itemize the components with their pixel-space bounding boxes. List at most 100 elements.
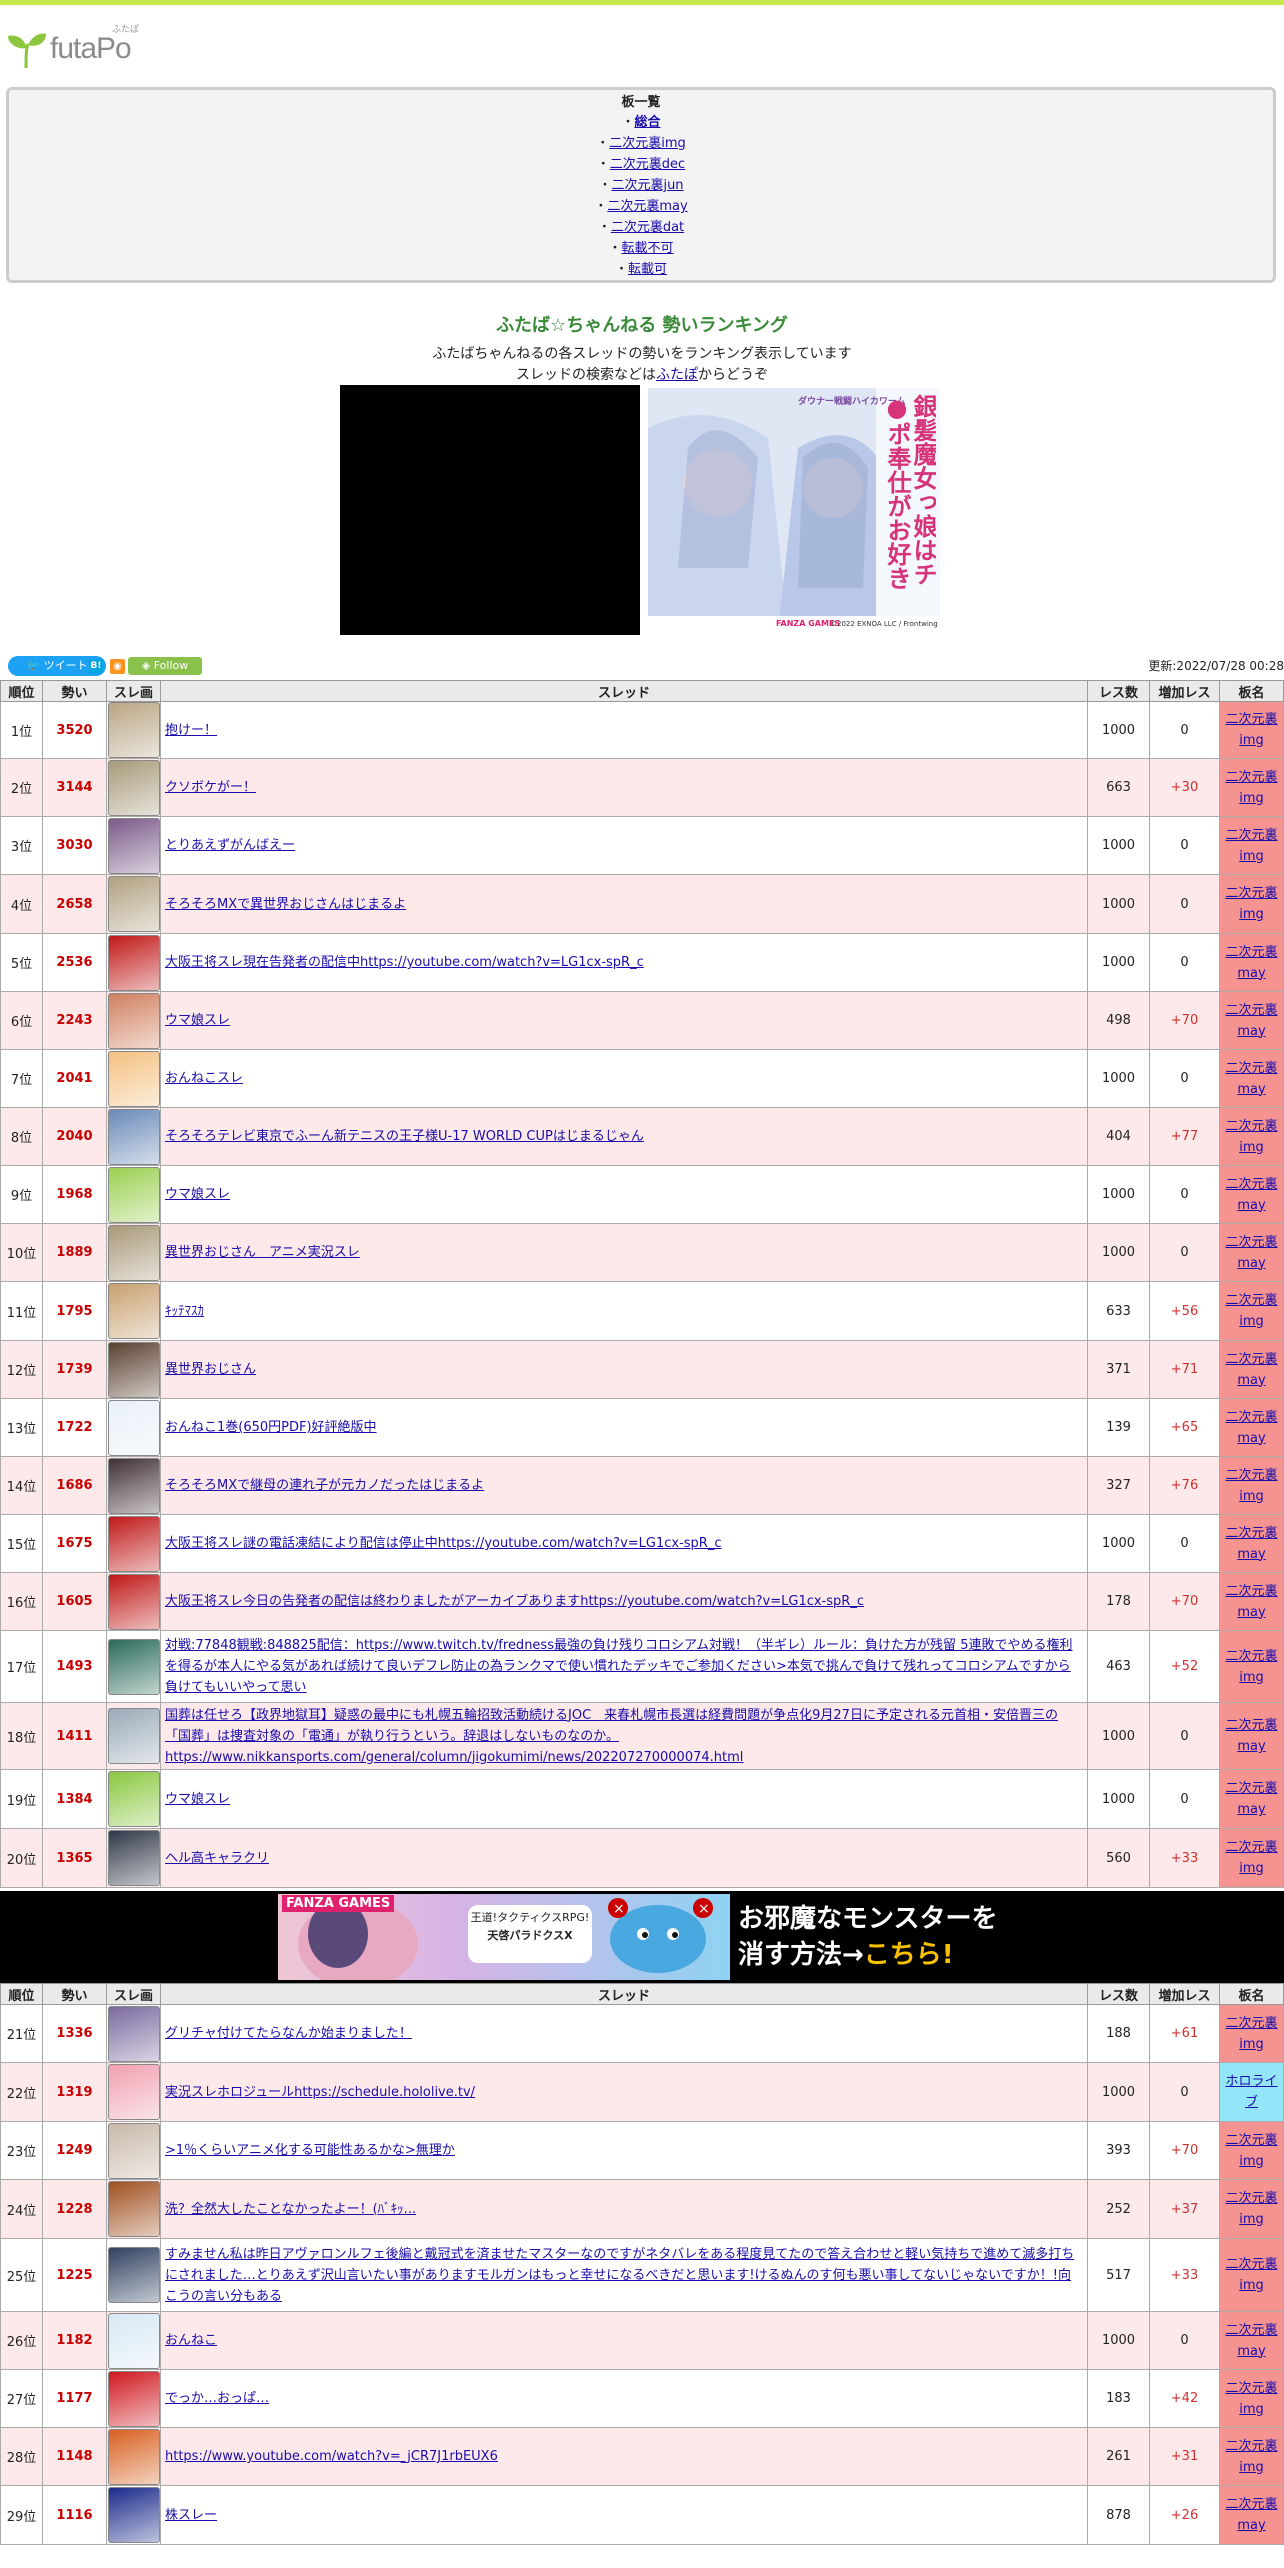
board-list-panel[interactable]: 板一覧 ・総合 ・二次元裏img ・二次元裏dec ・二次元裏jun ・二次元裏may ・… bbox=[6, 87, 1276, 283]
board-name-link[interactable]: 二次元裏may bbox=[1225, 2323, 1277, 2359]
thread-link[interactable]: おんねこスレ bbox=[165, 1071, 243, 1086]
thread-thumbnail[interactable] bbox=[107, 2122, 160, 2179]
board-name-link[interactable]: 二次元裏may bbox=[1225, 1352, 1277, 1388]
thread-thumbnail[interactable] bbox=[107, 876, 160, 932]
thread-link[interactable]: https://www.youtube.com/watch?v=_jCR7J1r… bbox=[165, 2449, 498, 2464]
thumbnail-cell[interactable] bbox=[106, 2311, 161, 2370]
thread-thumbnail[interactable] bbox=[107, 934, 160, 991]
thumbnail-cell[interactable] bbox=[106, 1281, 161, 1341]
board-name-link[interactable]: 二次元裏img bbox=[1225, 1293, 1277, 1329]
thumbnail-cell[interactable] bbox=[106, 1165, 161, 1224]
thread-thumbnail[interactable] bbox=[107, 1108, 160, 1165]
board-name-link[interactable]: 二次元裏img bbox=[1225, 2191, 1277, 2227]
board-name-link[interactable]: 二次元裏may bbox=[1225, 2497, 1277, 2533]
thread-link[interactable]: ウマ娘スレ bbox=[165, 1187, 230, 1202]
board-name-link[interactable]: 二次元裏may bbox=[1225, 1235, 1277, 1271]
thumbnail-cell[interactable] bbox=[106, 1769, 161, 1829]
thread-link[interactable]: そろそろMXで継母の連れ子が元カノだったはじまるよ bbox=[165, 1478, 484, 1493]
futapo-link[interactable]: ふたぽ bbox=[656, 367, 698, 383]
thumbnail-cell[interactable] bbox=[106, 816, 161, 875]
thumbnail-cell[interactable] bbox=[106, 1049, 161, 1108]
thread-link[interactable]: 異世界おじさん bbox=[165, 1362, 256, 1377]
thumbnail-cell[interactable] bbox=[106, 874, 161, 934]
thread-link[interactable]: 国葬は任せろ【政界地獄耳】疑惑の最中にも札幌五輪招致活動続けるJOC 来春札幌市… bbox=[165, 1708, 1058, 1765]
thumbnail-cell[interactable] bbox=[106, 1572, 161, 1631]
thread-link[interactable]: グリチャ付けてたらなんか始まりました！ bbox=[165, 2026, 412, 2041]
thread-thumbnail[interactable] bbox=[107, 1708, 160, 1764]
thumbnail-cell[interactable] bbox=[106, 701, 161, 759]
board-name-link[interactable]: 二次元裏may bbox=[1225, 1177, 1277, 1213]
thumbnail-cell[interactable] bbox=[106, 2369, 161, 2428]
thread-thumbnail[interactable] bbox=[107, 759, 160, 816]
thumbnail-cell[interactable] bbox=[106, 758, 161, 817]
board-name-link[interactable]: 二次元裏img bbox=[1225, 1840, 1277, 1876]
thread-thumbnail[interactable] bbox=[107, 2487, 160, 2543]
thread-thumbnail[interactable] bbox=[107, 1573, 160, 1630]
thread-link[interactable]: 株スレー bbox=[165, 2508, 217, 2523]
rss-icon[interactable]: ◉ bbox=[110, 659, 125, 674]
board-name-link[interactable]: 二次元裏may bbox=[1225, 1003, 1277, 1039]
board-name-link[interactable]: 二次元裏img bbox=[1225, 1649, 1277, 1685]
board-name-link[interactable]: 二次元裏img bbox=[1225, 886, 1277, 922]
board-name-link[interactable]: 二次元裏img bbox=[1225, 828, 1277, 864]
board-name-link[interactable]: 二次元裏may bbox=[1225, 1781, 1277, 1817]
thread-link[interactable]: 異世界おじさん アニメ実況スレ bbox=[165, 1245, 360, 1260]
thread-link[interactable]: 実況スレホロジュールhttps://schedule.hololive.tv/ bbox=[165, 2085, 475, 2100]
thumbnail-cell[interactable] bbox=[106, 1223, 161, 1282]
thread-link[interactable]: クソボケがー！ bbox=[165, 780, 256, 795]
thread-thumbnail[interactable] bbox=[107, 2428, 160, 2485]
thread-thumbnail[interactable] bbox=[107, 1457, 160, 1514]
thumbnail-cell[interactable] bbox=[106, 2427, 161, 2486]
board-name-link[interactable]: 二次元裏may bbox=[1225, 945, 1277, 981]
board-name-link[interactable]: 二次元裏may bbox=[1225, 1526, 1277, 1562]
thread-link[interactable]: とりあえずがんばえー bbox=[165, 838, 295, 853]
thread-thumbnail[interactable] bbox=[107, 1283, 160, 1339]
thread-link[interactable]: 大阪王将スレ今日の告発者の配信は終わりましたがアーカイブありますhttps://… bbox=[165, 1594, 864, 1609]
thread-thumbnail[interactable] bbox=[107, 1771, 160, 1827]
board-name-link[interactable]: 二次元裏img bbox=[1225, 2439, 1277, 2475]
board-link[interactable]: 総合 bbox=[635, 115, 661, 130]
thread-link[interactable]: 洗？全然大したことなかったよー！(ﾊﾞｷｯ... bbox=[165, 2202, 416, 2217]
thread-thumbnail[interactable] bbox=[107, 1050, 160, 1107]
thread-thumbnail[interactable] bbox=[107, 1638, 160, 1695]
board-name-link[interactable]: 二次元裏img bbox=[1225, 2257, 1277, 2293]
thread-link[interactable]: ウマ娘スレ bbox=[165, 1792, 230, 1807]
thumbnail-cell[interactable] bbox=[106, 1340, 161, 1399]
thread-thumbnail[interactable] bbox=[107, 1399, 160, 1456]
thread-link[interactable]: でっか…おっぱ… bbox=[165, 2391, 269, 2406]
thread-link[interactable]: 抱けー！ bbox=[165, 723, 217, 738]
thumbnail-cell[interactable] bbox=[106, 2179, 161, 2239]
board-name-link[interactable]: 二次元裏img bbox=[1225, 1468, 1277, 1504]
thread-link[interactable]: そろそろMXで異世界おじさんはじまるよ bbox=[165, 897, 406, 912]
mid-ad-banner[interactable]: × × FANZA GAMES 王道!タクティクスRPG! 天啓パラドクスX お… bbox=[0, 1891, 1284, 1989]
board-name-link[interactable]: 二次元裏may bbox=[1225, 1410, 1277, 1446]
thumbnail-cell[interactable] bbox=[106, 2485, 161, 2545]
thread-link[interactable]: 大阪王将スレ謎の電話凍結により配信は停止中https://youtube.com… bbox=[165, 1536, 721, 1551]
thread-thumbnail[interactable] bbox=[107, 992, 160, 1049]
thumbnail-cell[interactable] bbox=[106, 1107, 161, 1166]
thread-link[interactable]: ｷｯﾃﾏｽｶ bbox=[165, 1304, 204, 1319]
thread-thumbnail[interactable] bbox=[107, 2064, 160, 2120]
thread-thumbnail[interactable] bbox=[107, 1830, 160, 1886]
thumbnail-cell[interactable] bbox=[106, 1456, 161, 1515]
board-name-link[interactable]: 二次元裏may bbox=[1225, 1584, 1277, 1620]
board-name-link[interactable]: 二次元裏img bbox=[1225, 1119, 1277, 1155]
thumbnail-cell[interactable] bbox=[106, 933, 161, 992]
board-link[interactable]: 二次元裏dat bbox=[611, 220, 684, 235]
board-link[interactable]: 転載可 bbox=[628, 262, 667, 277]
thumbnail-cell[interactable] bbox=[106, 1398, 161, 1457]
board-link[interactable]: 二次元裏may bbox=[607, 199, 687, 214]
board-link[interactable]: 二次元裏img bbox=[609, 136, 686, 151]
thread-thumbnail[interactable] bbox=[107, 1166, 160, 1223]
thread-link[interactable]: 対戦:77848観戦:848825配信：https://www.twitch.t… bbox=[165, 1638, 1072, 1695]
thread-link[interactable]: ヘル高キャラクリ bbox=[165, 1851, 269, 1866]
thumbnail-cell[interactable] bbox=[106, 1828, 161, 1888]
thread-thumbnail[interactable] bbox=[107, 2247, 160, 2303]
thumbnail-cell[interactable] bbox=[106, 2238, 161, 2312]
thumbnail-cell[interactable] bbox=[106, 2121, 161, 2180]
thumbnail-cell[interactable] bbox=[106, 2062, 161, 2122]
thread-thumbnail[interactable] bbox=[107, 2005, 160, 2062]
thumbnail-cell[interactable] bbox=[106, 1514, 161, 1573]
ad-banner-left[interactable] bbox=[340, 385, 640, 635]
board-name-link[interactable]: ホロライブ bbox=[1225, 2074, 1277, 2110]
